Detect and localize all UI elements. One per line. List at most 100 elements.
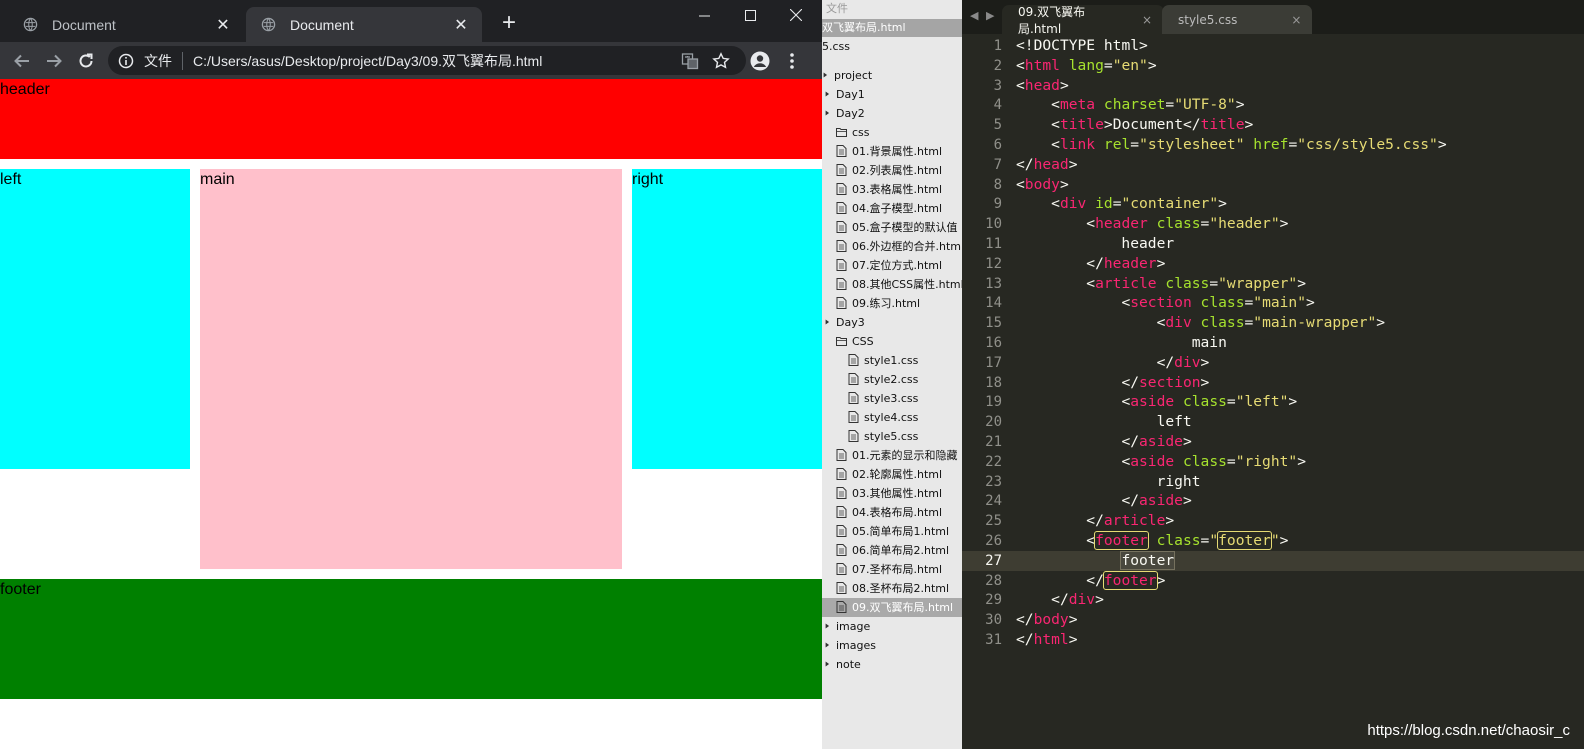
line-number: 16: [985, 335, 1002, 351]
close-window-icon[interactable]: [773, 0, 819, 30]
code-line[interactable]: <aside class="right">: [1016, 452, 1306, 472]
browser-tab-2[interactable]: Document ✕: [246, 7, 482, 42]
file-tree-file[interactable]: 09.双飞翼布局.html: [822, 598, 962, 617]
code-line[interactable]: main: [1016, 333, 1227, 353]
browser-toolbar: 文件 C:/Users/asus/Desktop/project/Day3/09…: [0, 42, 822, 79]
file-tree-file[interactable]: 05.盒子模型的默认值: [822, 218, 962, 237]
back-arrow-icon[interactable]: [8, 47, 36, 75]
file-tree-file[interactable]: 04.表格布局.html: [822, 503, 962, 522]
close-tab-icon[interactable]: ✕: [452, 16, 470, 34]
code-line[interactable]: <!DOCTYPE html>: [1016, 36, 1148, 56]
code-line[interactable]: </html>: [1016, 630, 1078, 650]
code-line[interactable]: header: [1016, 234, 1174, 254]
line-number: 21: [985, 434, 1002, 450]
file-tree-file[interactable]: style4.css: [822, 408, 962, 427]
code-line[interactable]: footer: [1016, 550, 1176, 571]
code-line[interactable]: right: [1016, 472, 1201, 492]
tab-left-arrow-icon[interactable]: ◀: [970, 9, 978, 22]
file-tree-file[interactable]: 02.列表属性.html: [822, 161, 962, 180]
file-tree-file[interactable]: 05.简单布局1.html: [822, 522, 962, 541]
code-line[interactable]: <meta charset="UTF-8">: [1016, 95, 1244, 115]
menu-kebab-icon[interactable]: [778, 47, 806, 75]
file-tree-file[interactable]: 08.圣杯布局2.html: [822, 579, 962, 598]
code-line[interactable]: <body>: [1016, 175, 1069, 195]
file-tree-label: 02.列表属性.html: [852, 164, 943, 177]
file-tree-file[interactable]: 01.背景属性.html: [822, 142, 962, 161]
line-number: 29: [985, 592, 1002, 609]
file-tree-folder[interactable]: project: [822, 66, 962, 85]
info-icon[interactable]: [118, 53, 134, 69]
file-tree-file[interactable]: 09.练习.html: [822, 294, 962, 313]
code-line[interactable]: <title>Document</title>: [1016, 115, 1253, 135]
code-line[interactable]: <div id="container">: [1016, 194, 1227, 214]
file-tree-folder[interactable]: image: [822, 617, 962, 636]
code-line[interactable]: <link rel="stylesheet" href="css/style5.…: [1016, 135, 1446, 155]
file-tree-folder[interactable]: css: [822, 123, 962, 142]
file-tree-folder[interactable]: CSS: [822, 332, 962, 351]
file-tree-file[interactable]: 07.圣杯布局.html: [822, 560, 962, 579]
file-tree-file[interactable]: style3.css: [822, 389, 962, 408]
close-icon[interactable]: ×: [1142, 13, 1152, 27]
file-tree-folder[interactable]: images: [822, 636, 962, 655]
code-line[interactable]: <div class="main-wrapper">: [1016, 313, 1386, 333]
file-tree-folder[interactable]: Day3: [822, 313, 962, 332]
file-tree-file[interactable]: 06.外边框的合并.htm: [822, 237, 962, 256]
file-tree-file[interactable]: 04.盒子模型.html: [822, 199, 962, 218]
code-line[interactable]: <footer class="footer">: [1016, 531, 1288, 551]
code-line[interactable]: </article>: [1016, 511, 1174, 531]
code-line[interactable]: <html lang="en">: [1016, 56, 1157, 76]
file-icon: [848, 392, 859, 404]
code-line[interactable]: <header class="header">: [1016, 214, 1288, 234]
file-tree-file[interactable]: 01.元素的显示和隐藏: [822, 446, 962, 465]
account-avatar-icon[interactable]: [746, 47, 774, 75]
file-tree-label: 04.盒子模型.html: [852, 202, 943, 215]
new-tab-button[interactable]: +: [496, 9, 522, 36]
forward-arrow-icon[interactable]: [40, 47, 68, 75]
editor-tab-html[interactable]: 09.双飞翼布局.html ×: [1002, 5, 1164, 36]
translate-icon[interactable]: [681, 52, 699, 70]
code-line[interactable]: </footer>: [1016, 570, 1165, 591]
url-text[interactable]: C:/Users/asus/Desktop/project/Day3/09.双飞…: [193, 51, 542, 71]
code-line[interactable]: </head>: [1016, 155, 1078, 175]
file-tree-file[interactable]: 03.其他属性.html: [822, 484, 962, 503]
code-line[interactable]: </header>: [1016, 254, 1165, 274]
file-tree-folder[interactable]: 5.css: [822, 37, 962, 56]
close-tab-icon[interactable]: ✕: [214, 16, 232, 34]
file-tree-file[interactable]: style1.css: [822, 351, 962, 370]
file-tree-folder[interactable]: note: [822, 655, 962, 674]
editor-tab-css[interactable]: style5.css ×: [1162, 5, 1312, 34]
open-file-item[interactable]: 双飞翼布局.html: [822, 19, 962, 37]
code-line[interactable]: </aside>: [1016, 432, 1191, 452]
code-line[interactable]: <section class="main">: [1016, 293, 1314, 313]
file-tree-folder[interactable]: Day2: [822, 104, 962, 123]
code-line[interactable]: </section>: [1016, 373, 1209, 393]
file-tree-label: css: [852, 126, 870, 139]
file-tree-file[interactable]: 02.轮廓属性.html: [822, 465, 962, 484]
code-line[interactable]: </div>: [1016, 590, 1104, 610]
file-tree-file[interactable]: 08.其他CSS属性.html: [822, 275, 962, 294]
code-line[interactable]: <head>: [1016, 76, 1069, 96]
close-icon[interactable]: ×: [1291, 13, 1301, 27]
file-tree-file[interactable]: style5.css: [822, 427, 962, 446]
file-tree-file[interactable]: 07.定位方式.html: [822, 256, 962, 275]
browser-tab-1[interactable]: Document ✕: [8, 7, 244, 42]
tab-title: Document: [52, 16, 116, 33]
file-tree-file[interactable]: 06.简单布局2.html: [822, 541, 962, 560]
code-line[interactable]: </div>: [1016, 353, 1210, 373]
bookmark-star-icon[interactable]: [712, 52, 730, 70]
code-line[interactable]: <aside class="left">: [1016, 392, 1297, 412]
code-line[interactable]: </body>: [1016, 610, 1078, 630]
left-text: left: [0, 171, 22, 188]
code-line[interactable]: <article class="wrapper">: [1016, 274, 1306, 294]
reload-icon[interactable]: [72, 47, 100, 75]
file-tree-file[interactable]: 03.表格属性.html: [822, 180, 962, 199]
address-bar[interactable]: 文件 C:/Users/asus/Desktop/project/Day3/09…: [108, 46, 746, 75]
minimize-icon[interactable]: [681, 0, 727, 30]
file-tree-label: 05.盒子模型的默认值: [852, 221, 958, 234]
code-line[interactable]: left: [1016, 412, 1192, 432]
file-tree-file[interactable]: style2.css: [822, 370, 962, 389]
maximize-icon[interactable]: [727, 0, 773, 30]
code-line[interactable]: </aside>: [1016, 491, 1191, 511]
tab-right-arrow-icon[interactable]: ▶: [986, 9, 994, 22]
file-tree-folder[interactable]: Day1: [822, 85, 962, 104]
